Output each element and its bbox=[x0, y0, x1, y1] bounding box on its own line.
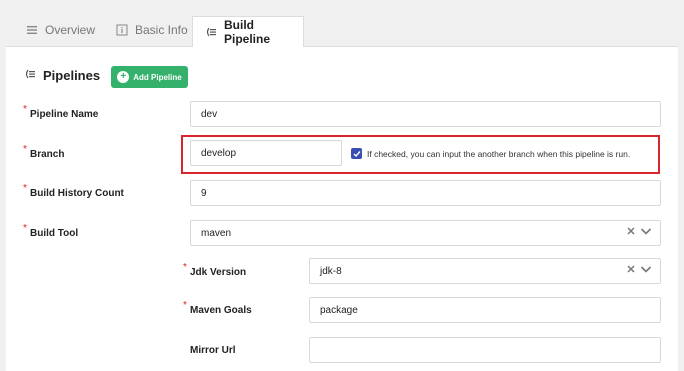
highlight-box bbox=[181, 135, 660, 174]
tab-overview[interactable]: Overview bbox=[26, 14, 95, 46]
app-frame: Overview Basic Info Build Pipeline Pipel… bbox=[0, 0, 684, 371]
branch-label: Branch bbox=[30, 149, 65, 160]
tab-build-pipeline-label: Build Pipeline bbox=[224, 18, 271, 46]
pipeline-icon bbox=[205, 26, 217, 38]
plus-icon: + bbox=[117, 71, 130, 83]
tab-bar: Overview Basic Info Build Pipeline bbox=[6, 6, 678, 48]
mirror-url-label: Mirror Url bbox=[190, 345, 236, 356]
add-pipeline-label: Add Pipeline bbox=[133, 72, 182, 82]
mirror-url-input[interactable] bbox=[309, 337, 661, 363]
required-marker: * bbox=[23, 144, 27, 155]
build-tool-label: Build Tool bbox=[30, 228, 79, 239]
build-tool-value: maven bbox=[201, 227, 232, 239]
jdk-version-value: jdk-8 bbox=[320, 265, 342, 277]
add-pipeline-button[interactable]: + Add Pipeline bbox=[111, 66, 188, 88]
jdk-version-label: Jdk Version bbox=[190, 267, 247, 278]
clear-icon[interactable] bbox=[626, 226, 636, 236]
jdk-version-select[interactable]: jdk-8 bbox=[309, 258, 661, 284]
chevron-down-icon[interactable] bbox=[640, 226, 652, 236]
pipelines-title: Pipelines bbox=[43, 68, 101, 83]
required-marker: * bbox=[23, 104, 27, 115]
tab-basic-info-label: Basic Info bbox=[135, 23, 188, 37]
clear-icon[interactable] bbox=[626, 264, 636, 274]
maven-goals-label: Maven Goals bbox=[190, 305, 252, 316]
pipeline-name-input[interactable]: dev bbox=[190, 101, 661, 127]
chevron-down-icon[interactable] bbox=[640, 264, 652, 274]
required-marker: * bbox=[23, 183, 27, 194]
tab-overview-label: Overview bbox=[45, 23, 96, 37]
build-history-count-input[interactable]: 9 bbox=[190, 180, 661, 206]
build-history-count-value: 9 bbox=[201, 187, 207, 199]
maven-goals-value: package bbox=[320, 304, 358, 316]
select-icons bbox=[626, 264, 652, 274]
required-marker: * bbox=[183, 262, 187, 273]
pipeline-icon bbox=[24, 68, 36, 83]
tab-basic-info[interactable]: Basic Info bbox=[116, 14, 188, 46]
maven-goals-input[interactable]: package bbox=[309, 297, 661, 323]
pipelines-heading: Pipelines bbox=[24, 68, 100, 83]
required-marker: * bbox=[23, 223, 27, 234]
pipeline-name-label: Pipeline Name bbox=[30, 109, 99, 120]
pipeline-name-value: dev bbox=[201, 108, 218, 120]
build-history-count-label: Build History Count bbox=[30, 188, 124, 199]
info-icon bbox=[116, 24, 128, 36]
build-tool-select[interactable]: maven bbox=[190, 220, 661, 246]
list-icon bbox=[26, 24, 38, 36]
tab-build-pipeline[interactable]: Build Pipeline bbox=[192, 16, 304, 48]
required-marker: * bbox=[183, 300, 187, 311]
select-icons bbox=[626, 226, 652, 236]
